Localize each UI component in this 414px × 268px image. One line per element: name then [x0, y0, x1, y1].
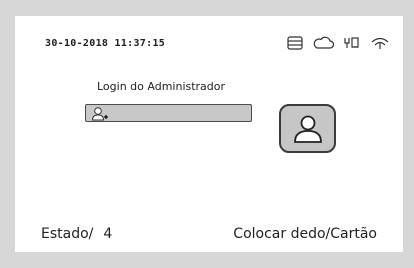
admin-user-field[interactable] [85, 104, 252, 122]
state-label: Estado/ [41, 226, 94, 242]
wifi-icon [371, 37, 389, 49]
status-icons [287, 36, 390, 50]
admin-avatar-button[interactable] [279, 104, 336, 153]
user-avatar-icon [293, 115, 322, 143]
state-value: 4 [103, 226, 113, 242]
cloud-icon [313, 36, 334, 49]
state-indicator: Estado/4 [41, 226, 112, 242]
database-icon [287, 36, 303, 50]
device-screen: 30-10-2018 11:37:15 Login do Administrad… [15, 16, 403, 252]
action-prompt: Colocar dedo/Cartão [233, 226, 377, 242]
ethernet-icon [344, 37, 359, 48]
datetime-display: 30-10-2018 11:37:15 [45, 38, 166, 49]
login-title: Login do Administrador [97, 80, 226, 93]
add-user-icon [91, 106, 109, 126]
